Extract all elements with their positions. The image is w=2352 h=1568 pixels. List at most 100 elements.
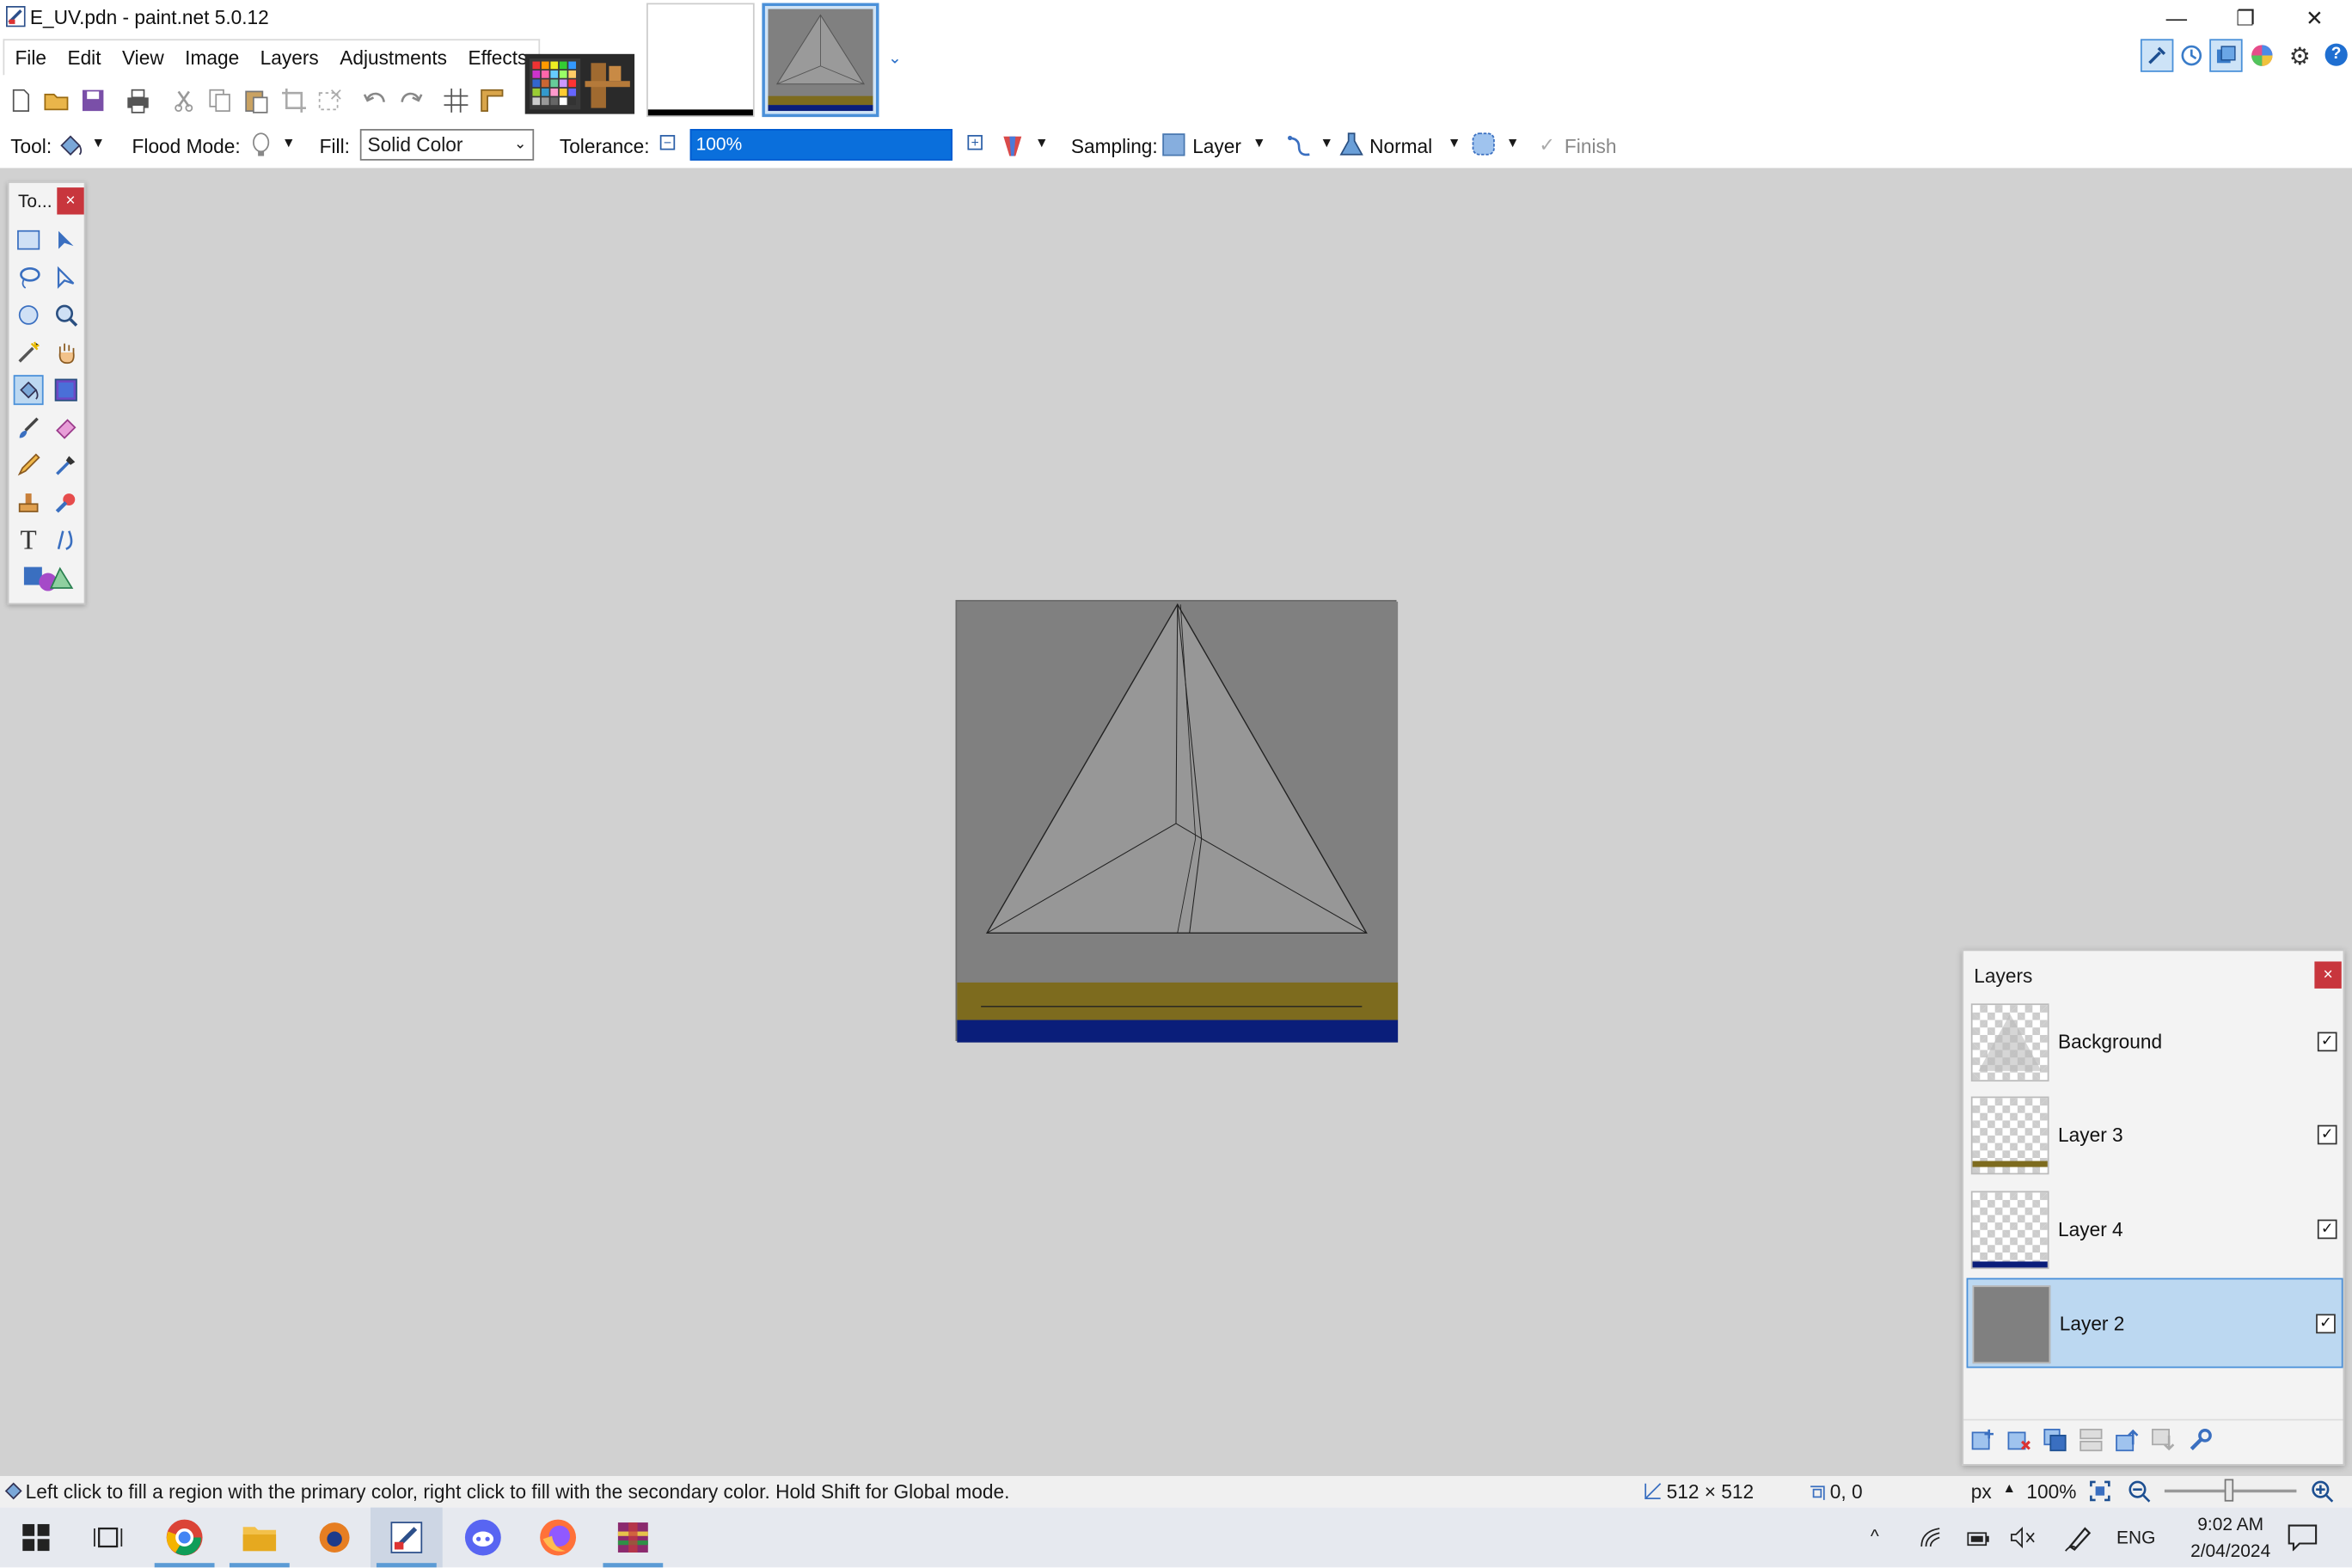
new-file-icon[interactable] (8, 87, 34, 113)
zoom-to-window-icon[interactable] (2088, 1479, 2112, 1507)
line-curve-tool-icon[interactable] (51, 525, 81, 555)
tolerance-decrease-icon[interactable]: − (659, 135, 676, 150)
antialiasing-icon[interactable] (1285, 132, 1312, 164)
save-icon[interactable] (79, 87, 106, 113)
chrome-taskbar-icon[interactable] (149, 1508, 221, 1568)
layer-visibility-checkbox[interactable]: ✓ (2317, 1032, 2337, 1052)
restore-button[interactable]: ❐ (2211, 0, 2280, 36)
tolerance-slider[interactable]: 100% (689, 129, 953, 161)
selection-mode-dropdown-icon[interactable]: ▼ (1506, 135, 1520, 150)
volume-muted-icon[interactable] (2010, 1526, 2037, 1558)
zoom-text[interactable]: 100% (2026, 1480, 2076, 1503)
cut-icon[interactable] (171, 87, 198, 113)
help-icon[interactable]: ? (2324, 43, 2348, 66)
history-icon[interactable] (2179, 44, 2203, 76)
image-tab-blank[interactable] (646, 3, 755, 118)
print-icon[interactable] (125, 87, 151, 113)
undo-icon[interactable] (362, 87, 389, 113)
blender-launcher-taskbar-icon[interactable] (298, 1508, 371, 1568)
clock-time[interactable]: 9:02 AM (2185, 1514, 2275, 1534)
layer-row-layer-4[interactable]: Layer 4 ✓ (1967, 1185, 2343, 1275)
deselect-icon[interactable] (316, 87, 343, 113)
image-canvas[interactable] (955, 599, 1399, 1043)
menu-adjustments[interactable]: Adjustments (329, 40, 457, 75)
merge-layer-down-icon[interactable] (2079, 1428, 2103, 1460)
layers-window-close-button[interactable]: × (2314, 961, 2342, 989)
rectangle-select-tool-icon[interactable] (14, 225, 44, 255)
menu-image[interactable]: Image (175, 40, 249, 75)
fill-select[interactable]: Solid Color ⌄ (359, 129, 535, 161)
alpha-dropdown-icon[interactable]: ▼ (1035, 135, 1049, 150)
units-selector[interactable]: px (1971, 1480, 1992, 1503)
network-icon[interactable] (1919, 1526, 1943, 1558)
start-windows-icon[interactable] (0, 1508, 72, 1568)
task-view-icon[interactable] (72, 1508, 144, 1568)
tabs-overflow-chevron-icon[interactable]: ⌄ (888, 48, 902, 68)
recolor-tool-icon[interactable] (51, 487, 81, 518)
delete-layer-icon[interactable] (2007, 1428, 2031, 1460)
tools-toggle-icon[interactable] (2140, 39, 2174, 72)
tools-window-close-button[interactable]: × (57, 187, 84, 215)
flood-mode-icon[interactable] (249, 132, 273, 164)
zoom-in-icon[interactable] (2310, 1479, 2334, 1507)
colors-toggle-icon[interactable] (2250, 44, 2274, 76)
show-hidden-icons-chevron-icon[interactable]: ^ (1871, 1526, 1879, 1547)
move-layer-down-icon[interactable] (2151, 1428, 2175, 1460)
menu-view[interactable]: View (112, 40, 175, 75)
file-explorer-taskbar-icon[interactable] (224, 1508, 296, 1568)
units-dropdown-icon[interactable]: ▲ (2002, 1480, 2016, 1495)
battery-icon[interactable] (1967, 1528, 1991, 1555)
magic-wand-tool-icon[interactable] (14, 338, 44, 368)
pen-workspace-icon[interactable] (2064, 1522, 2094, 1560)
copy-icon[interactable] (207, 87, 234, 113)
paintbrush-tool-icon[interactable] (14, 413, 44, 443)
pencil-tool-icon[interactable] (14, 450, 44, 480)
tool-dropdown-icon[interactable]: ▼ (91, 135, 105, 150)
blend-mode-dropdown-icon[interactable]: ▼ (1448, 135, 1461, 150)
flood-mode-dropdown-icon[interactable]: ▼ (282, 135, 296, 150)
add-new-layer-icon[interactable] (1971, 1428, 1995, 1460)
shapes-tool-icon[interactable] (18, 562, 78, 592)
rulers-icon[interactable] (479, 87, 505, 113)
tolerance-increase-icon[interactable]: + (967, 135, 983, 150)
gradient-tool-icon[interactable] (51, 375, 81, 405)
settings-gear-icon[interactable]: ⚙ (2289, 42, 2311, 72)
redo-icon[interactable] (397, 87, 424, 113)
image-tab-palette[interactable] (524, 53, 635, 114)
winrar-taskbar-icon[interactable] (597, 1508, 669, 1568)
menu-edit[interactable]: Edit (57, 40, 112, 75)
move-selected-tool-icon[interactable] (51, 225, 81, 255)
ellipse-select-tool-icon[interactable] (14, 300, 44, 330)
eraser-tool-icon[interactable] (51, 413, 81, 443)
discord-taskbar-icon[interactable] (447, 1508, 519, 1568)
paint-bucket-tool-icon[interactable] (13, 375, 44, 406)
color-picker-tool-icon[interactable] (51, 450, 81, 480)
zoom-out-icon[interactable] (2127, 1479, 2151, 1507)
layer-row-background[interactable]: Background ✓ (1967, 997, 2343, 1087)
antialiasing-dropdown-icon[interactable]: ▼ (1320, 135, 1334, 150)
sampling-dropdown-icon[interactable]: ▼ (1253, 135, 1266, 150)
lasso-select-tool-icon[interactable] (14, 262, 44, 292)
menu-layers[interactable]: Layers (249, 40, 329, 75)
paintnet-taskbar-icon[interactable] (370, 1507, 443, 1568)
grid-icon[interactable] (443, 87, 469, 113)
paste-icon[interactable] (243, 87, 270, 113)
move-selection-tool-icon[interactable] (51, 262, 81, 292)
paint-bucket-icon[interactable] (57, 132, 83, 164)
minimize-button[interactable]: — (2142, 0, 2211, 36)
sampling-value[interactable]: Layer (1192, 135, 1241, 157)
blend-mode-value[interactable]: Normal (1369, 135, 1432, 157)
language-indicator[interactable]: ENG (2116, 1527, 2155, 1547)
layer-row-layer-2[interactable]: Layer 2 ✓ (1966, 1277, 2343, 1369)
layers-toggle-icon[interactable] (2209, 39, 2243, 72)
pan-hand-tool-icon[interactable] (51, 338, 81, 368)
layer-visibility-checkbox[interactable]: ✓ (2316, 1314, 2336, 1334)
zoom-slider-thumb[interactable] (2224, 1479, 2234, 1502)
alpha-blending-icon[interactable] (1001, 132, 1025, 164)
layer-visibility-checkbox[interactable]: ✓ (2317, 1219, 2337, 1240)
menu-file[interactable]: File (4, 40, 57, 75)
firefox-taskbar-icon[interactable] (522, 1508, 594, 1568)
clone-stamp-tool-icon[interactable] (14, 487, 44, 518)
finish-button[interactable]: Finish (1565, 135, 1617, 157)
text-tool-icon[interactable]: T (14, 524, 44, 555)
